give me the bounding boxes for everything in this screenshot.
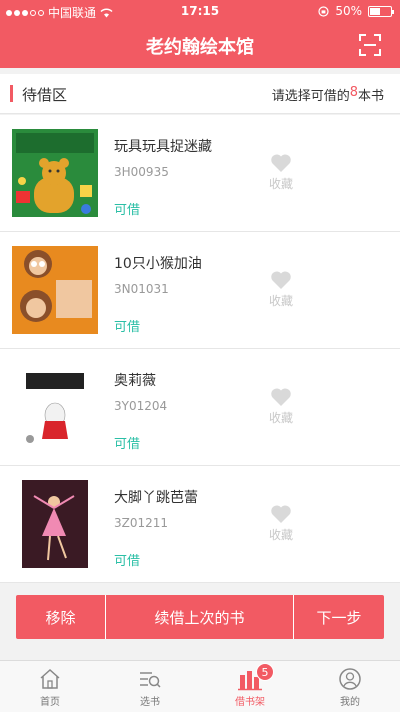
page-title: 老约翰绘本馆 (146, 37, 254, 58)
search-list-icon (140, 672, 161, 688)
tab-label: 首页 (40, 697, 60, 708)
scan-icon[interactable] (358, 33, 382, 57)
battery-icon (368, 5, 394, 17)
orientation-lock-icon (318, 5, 329, 17)
list-item[interactable]: 奥莉薇 3Y01204 可借 收藏 (0, 349, 400, 466)
favorite-label: 收藏 (268, 177, 293, 191)
tab-label: 借书架 (235, 697, 265, 708)
status-bar: 中国联通 17:15 50% (0, 0, 400, 22)
book-cover (12, 246, 98, 334)
section-title: 待借区 (22, 86, 68, 104)
book-code: 3H00935 (114, 165, 169, 179)
remove-button[interactable]: 移除 (16, 595, 106, 639)
favorite-button[interactable]: 收藏 (266, 387, 296, 426)
hint-count: 8 (349, 85, 358, 100)
favorite-label: 收藏 (268, 528, 293, 542)
tab-label: 选书 (140, 697, 160, 708)
favorite-button[interactable]: 收藏 (266, 270, 296, 309)
book-cover (12, 363, 98, 451)
book-list: 玩具玩具捉迷藏 3H00935 可借 收藏 10只小猴加油 3N01031 可借 (0, 115, 400, 583)
section-accent-bar (10, 85, 13, 102)
book-title: 大脚丫跳芭蕾 (114, 490, 198, 506)
list-item[interactable]: 大脚丫跳芭蕾 3Z01211 可借 收藏 (0, 466, 400, 583)
book-title: 玩具玩具捉迷藏 (114, 139, 212, 155)
hint-prefix: 请选择可借的 (271, 89, 350, 104)
availability-status: 可借 (114, 203, 141, 218)
tab-profile[interactable]: 我的 (300, 661, 400, 712)
selection-hint: 请选择可借的 8 本书 (272, 85, 384, 104)
home-icon (40, 668, 60, 689)
battery-percent: 50% (335, 4, 362, 18)
book-code: 3Y01204 (114, 399, 168, 413)
user-icon (339, 668, 361, 690)
cart-count-badge: 5 (256, 663, 274, 681)
tab-home[interactable]: 首页 (0, 661, 100, 712)
availability-status: 可借 (114, 554, 141, 569)
heart-icon (271, 271, 291, 289)
section-header: 待借区 请选择可借的 8 本书 (0, 74, 400, 114)
heart-icon (271, 388, 291, 406)
book-title: 奥莉薇 (114, 373, 156, 389)
availability-status: 可借 (114, 437, 141, 452)
book-title: 10只小猴加油 (114, 256, 202, 272)
hint-suffix: 本书 (357, 89, 384, 104)
tab-bookshelf[interactable]: 5 借书架 (200, 661, 300, 712)
tab-bar: 首页 选书 5 借书架 我的 (0, 660, 400, 712)
status-right: 50% (318, 4, 394, 18)
heart-icon (271, 154, 291, 172)
favorite-label: 收藏 (268, 294, 293, 308)
book-code: 3N01031 (114, 282, 169, 296)
action-bar: 移除 续借上次的书 下一步 (16, 595, 384, 639)
favorite-button[interactable]: 收藏 (266, 504, 296, 543)
heart-icon (271, 505, 291, 523)
renew-last-books-button[interactable]: 续借上次的书 (106, 595, 294, 639)
list-item[interactable]: 玩具玩具捉迷藏 3H00935 可借 收藏 (0, 115, 400, 232)
list-item[interactable]: 10只小猴加油 3N01031 可借 收藏 (0, 232, 400, 349)
favorite-label: 收藏 (268, 411, 293, 425)
next-step-button[interactable]: 下一步 (294, 595, 384, 639)
nav-bar: 老约翰绘本馆 (0, 22, 400, 68)
availability-status: 可借 (114, 320, 141, 335)
book-cover (12, 129, 98, 217)
tab-select-books[interactable]: 选书 (100, 661, 200, 712)
book-code: 3Z01211 (114, 516, 169, 530)
tab-label: 我的 (340, 697, 360, 708)
book-cover (12, 480, 98, 568)
favorite-button[interactable]: 收藏 (266, 153, 296, 192)
